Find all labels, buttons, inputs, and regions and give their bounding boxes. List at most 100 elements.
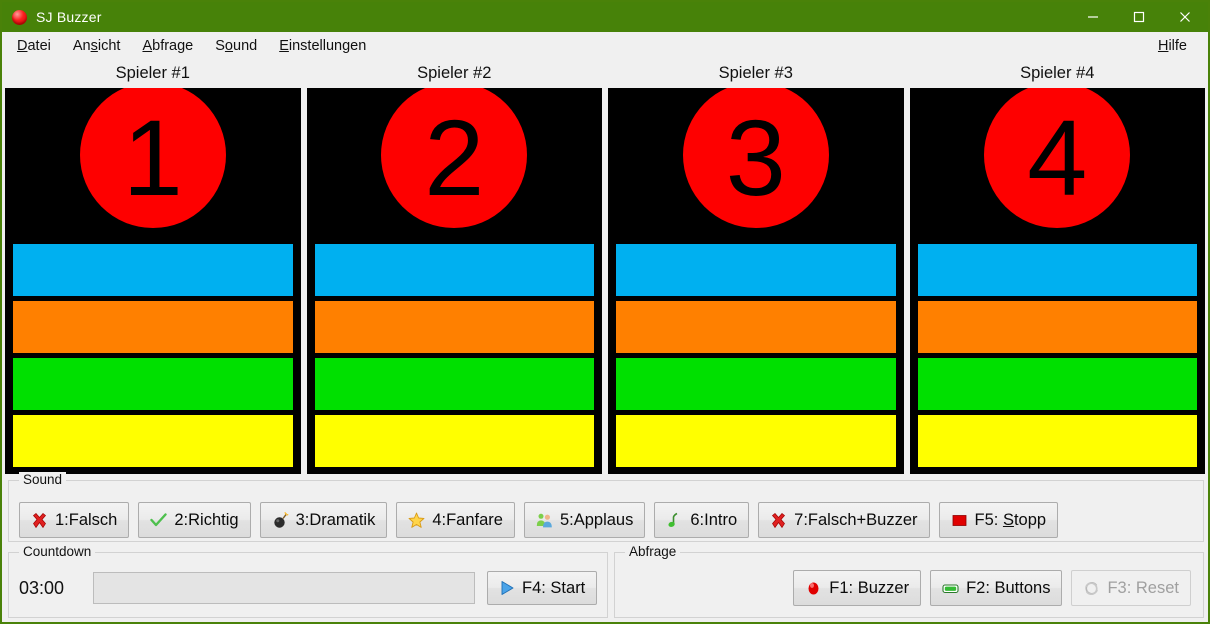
sound-button-label: F5: Stopp [974,510,1047,529]
green-bar[interactable] [314,358,594,410]
star-icon [408,512,425,529]
player-number: 3 [725,97,786,218]
sound-button-fanfare[interactable]: 4:Fanfare [396,502,515,538]
color-bars [307,244,603,474]
app-window: SJ Buzzer Datei Ansicht Abfrage Sound Ei… [0,0,1210,624]
player-column-3: Spieler #3 3 [605,60,907,474]
player-number: 1 [122,97,183,218]
sound-button-stopp[interactable]: F5: Stopp [938,502,1059,538]
sound-button-label: 2:Richtig [174,510,239,529]
sound-group-legend: Sound [19,472,67,487]
player-number: 2 [424,97,485,218]
green-bar[interactable] [616,358,896,410]
blue-bar[interactable] [917,244,1197,296]
sound-button-label: 4:Fanfare [432,510,503,529]
menu-bar-right: Hilfe [1147,32,1198,60]
player-panel[interactable]: 2 [306,88,603,474]
yellow-bar[interactable] [314,415,594,467]
player-number: 4 [1027,97,1088,218]
countdown-progress-bar [93,572,475,604]
green-check-icon [150,512,168,529]
color-bars [608,244,904,474]
countdown-start-button[interactable]: F4: Start [487,571,598,605]
abfrage-group-legend: Abfrage [625,544,681,559]
green-bar[interactable] [13,358,293,410]
sound-button-label: 6:Intro [690,510,738,529]
countdown-value: 03:00 [19,577,65,598]
sound-button-richtig[interactable]: 2:Richtig [138,502,251,538]
player-panel[interactable]: 1 [5,88,301,474]
yellow-bar[interactable] [917,415,1197,467]
blue-bar[interactable] [314,244,594,296]
green-button-icon [942,580,959,597]
player-panel[interactable]: 3 [608,88,904,474]
player-column-1: Spieler #1 1 [2,60,304,474]
menu-item-datei[interactable]: Datei [6,35,62,57]
abfrage-button-label: F3: Reset [1107,578,1179,597]
color-bars [910,244,1206,474]
sound-button-intro[interactable]: 6:Intro [654,502,750,538]
abfrage-reset-button[interactable]: F3: Reset [1071,570,1191,606]
player-panel[interactable]: 4 [909,88,1206,474]
menu-item-hilfe[interactable]: Hilfe [1147,35,1198,57]
player-title: Spieler #4 [1020,64,1095,82]
menu-item-abfrage[interactable]: Abfrage [131,35,204,57]
sound-button-falsch-buzzer[interactable]: 7:Falsch+Buzzer [758,502,930,538]
yellow-bar[interactable] [616,415,896,467]
sound-button-falsch[interactable]: 1:Falsch [19,502,130,538]
sound-buttons: 1:Falsch 2:Richtig 3:Dramatik 4:Fanfare … [19,502,1059,538]
blue-bar[interactable] [616,244,896,296]
green-bar[interactable] [917,358,1197,410]
orange-bar[interactable] [314,301,594,353]
player-title: Spieler #1 [115,64,190,82]
color-bars [5,244,301,474]
abfrage-button-label: F1: Buzzer [829,578,910,597]
minimize-button[interactable] [1070,2,1116,32]
buzzer-icon [12,9,27,25]
window-title: SJ Buzzer [36,9,102,25]
buzzer-icon [805,580,822,597]
sound-button-label: 5:Applaus [559,510,634,529]
orange-bar[interactable] [917,301,1197,353]
player-column-2: Spieler #2 2 [304,60,606,474]
menu-item-sound[interactable]: Sound [204,35,268,57]
countdown-row: 03:00 F4: Start [19,571,598,605]
blue-bar[interactable] [13,244,293,296]
buzzer-circle[interactable]: 3 [682,88,829,228]
reset-icon [1083,580,1100,597]
sound-button-dramatik[interactable]: 3:Dramatik [259,502,388,538]
player-title: Spieler #3 [718,64,793,82]
title-bar: SJ Buzzer [2,2,1208,32]
countdown-group: Countdown 03:00 F4: Start [8,544,608,618]
red-x-icon [770,512,787,529]
abfrage-buzzer-button[interactable]: F1: Buzzer [793,570,922,606]
abfrage-button-label: F2: Buttons [966,578,1051,597]
yellow-bar[interactable] [13,415,293,467]
sound-button-applaus[interactable]: 5:Applaus [523,502,646,538]
buzzer-circle[interactable]: 2 [381,88,528,228]
countdown-start-label: F4: Start [522,578,586,597]
orange-bar[interactable] [616,301,896,353]
sound-group: Sound 1:Falsch 2:Richtig 3:Dramatik 4:Fa… [8,472,1204,542]
menu-item-ansicht[interactable]: Ansicht [62,35,132,57]
bomb-icon [272,511,289,529]
players-row: Spieler #1 1 Spieler #2 2 Spieler #3 3 S… [2,60,1208,474]
sound-button-label: 7:Falsch+Buzzer [794,510,918,529]
player-title: Spieler #2 [417,64,492,82]
sound-button-label: 1:Falsch [55,510,118,529]
countdown-group-legend: Countdown [19,544,96,559]
abfrage-buttons-button[interactable]: F2: Buttons [930,570,1063,606]
orange-bar[interactable] [13,301,293,353]
maximize-button[interactable] [1116,2,1162,32]
menu-bar: Datei Ansicht Abfrage Sound Einstellunge… [2,32,1208,60]
red-x-icon [31,512,48,529]
abfrage-buttons: F1: Buzzer F2: Buttons F3: Reset [793,570,1191,606]
window-controls [1070,2,1208,32]
buzzer-circle[interactable]: 1 [79,88,226,228]
stop-square-icon [951,512,968,529]
buzzer-circle[interactable]: 4 [984,88,1131,228]
close-button[interactable] [1162,2,1208,32]
menu-item-einstellungen[interactable]: Einstellungen [268,35,377,57]
music-note-icon [666,512,683,529]
people-icon [536,512,553,529]
